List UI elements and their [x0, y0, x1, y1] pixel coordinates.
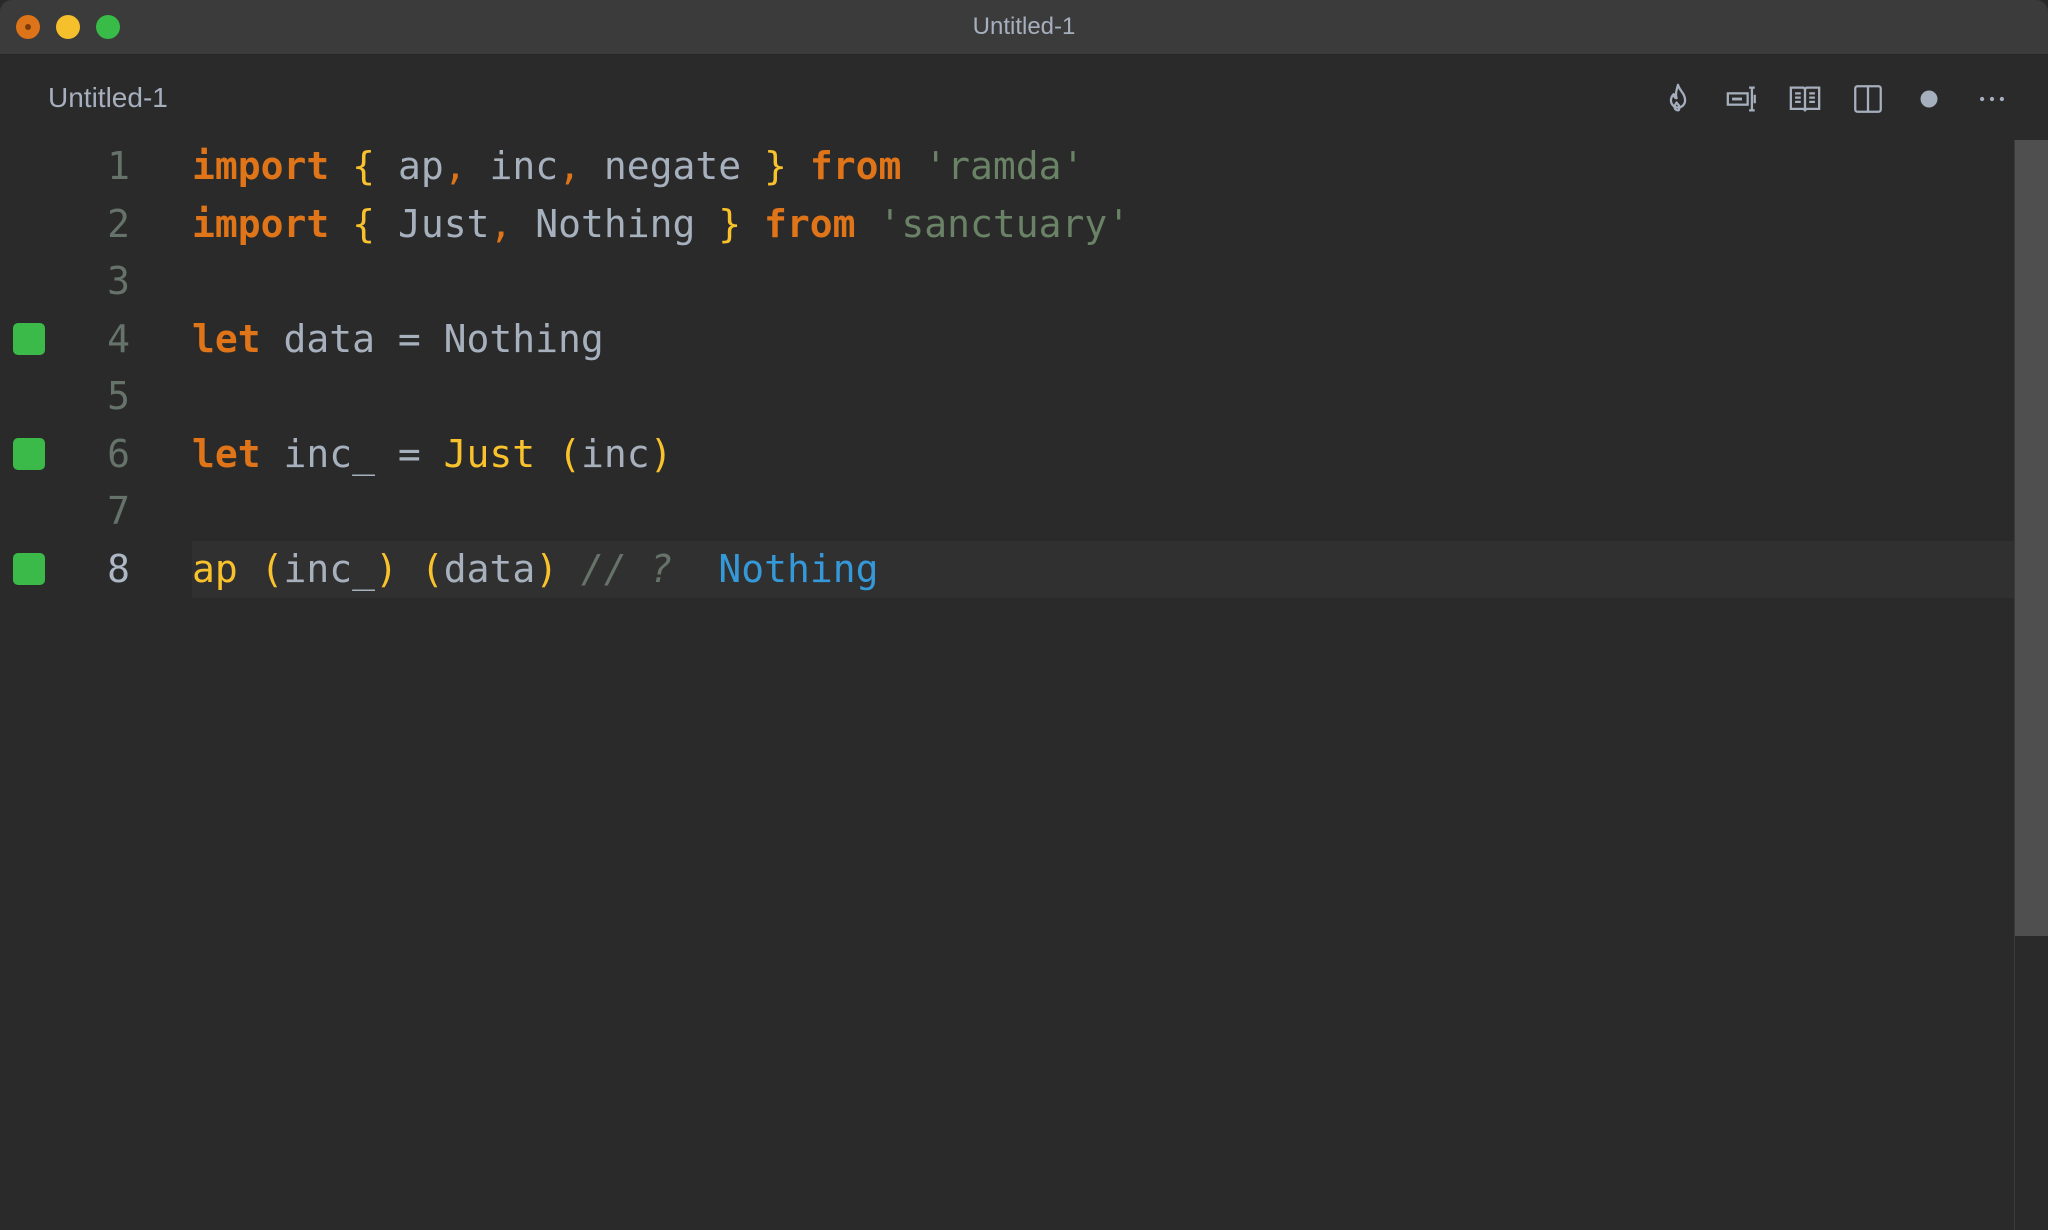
code-token: data = Nothing — [260, 316, 604, 361]
code-token: ) — [375, 546, 398, 591]
text-cursor-box-icon[interactable] — [1722, 79, 1762, 119]
code-token: import — [192, 144, 330, 188]
vertical-scrollbar[interactable] — [2014, 140, 2048, 1230]
coverage-marker — [13, 552, 45, 585]
code-token: , — [558, 144, 581, 188]
line-number: 3 — [107, 259, 130, 303]
line-number: 5 — [107, 374, 130, 418]
code-line[interactable]: import { ap, inc, negate } from 'ramda' — [192, 138, 1084, 195]
code-line[interactable]: let inc_ = Just (inc) — [192, 426, 673, 483]
code-line[interactable]: import { Just, Nothing } from 'sanctuary… — [192, 196, 1130, 253]
code-token: Just — [443, 431, 536, 476]
code-token: Nothing — [512, 201, 719, 246]
split-editor-icon[interactable] — [1848, 79, 1888, 119]
tab-untitled-1[interactable]: Untitled-1 — [48, 82, 168, 114]
code-token: negate — [581, 144, 765, 188]
line-number: 2 — [107, 201, 130, 246]
inline-result: Nothing — [718, 546, 879, 591]
code-token: 'ramda' — [924, 144, 1085, 188]
open-book-icon[interactable] — [1785, 79, 1825, 119]
line-number: 7 — [107, 489, 130, 533]
code-token: inc — [580, 431, 650, 476]
more-actions-icon[interactable] — [1972, 79, 2012, 119]
flame-icon[interactable] — [1658, 79, 1698, 119]
code-token: , — [443, 144, 467, 188]
code-line[interactable]: ap (inc_) (data) // ? Nothing — [192, 541, 878, 598]
coverage-marker — [13, 322, 45, 355]
coverage-marker — [13, 437, 45, 470]
unsaved-dot-icon[interactable] — [1909, 79, 1949, 119]
code-token: ( — [558, 431, 581, 476]
code-token: } — [764, 144, 787, 188]
code-token: } — [718, 201, 742, 246]
line-number: 8 — [107, 546, 130, 591]
code-line[interactable]: let data = Nothing — [192, 311, 604, 368]
line-number: 4 — [107, 316, 130, 361]
window-title: Untitled-1 — [972, 13, 1076, 40]
code-token: import — [192, 201, 330, 246]
code-token: inc_ — [283, 546, 376, 591]
code-token: { — [352, 201, 376, 246]
code-token: from — [764, 201, 856, 246]
code-token: Just — [375, 201, 490, 246]
code-token: ( — [260, 546, 284, 591]
code-token: from — [809, 144, 902, 188]
code-token: ) — [535, 546, 559, 591]
quokka-comment: // ? — [581, 546, 673, 591]
line-number: 1 — [107, 144, 130, 188]
code-token: { — [352, 144, 376, 188]
code-token: inc — [466, 144, 559, 188]
code-token: inc_ = — [260, 431, 444, 476]
editor-tab-bar: Untitled-1 — [0, 55, 2048, 140]
code-token: let — [192, 316, 261, 361]
code-token: data — [443, 546, 536, 591]
code-editor[interactable]: 1 import { ap, inc, negate } from 'ramda'… — [0, 140, 2014, 1230]
code-token: 'sanctuary' — [878, 201, 1131, 246]
code-token: ( — [420, 546, 444, 591]
code-token: let — [192, 431, 261, 476]
line-number: 6 — [107, 431, 130, 476]
code-token: ap — [375, 144, 444, 188]
code-token: ) — [649, 431, 673, 476]
code-token: ap — [192, 546, 238, 591]
code-token: , — [489, 201, 513, 246]
scrollbar-thumb[interactable] — [2015, 140, 2048, 936]
title-bar: Untitled-1 — [0, 0, 2048, 55]
